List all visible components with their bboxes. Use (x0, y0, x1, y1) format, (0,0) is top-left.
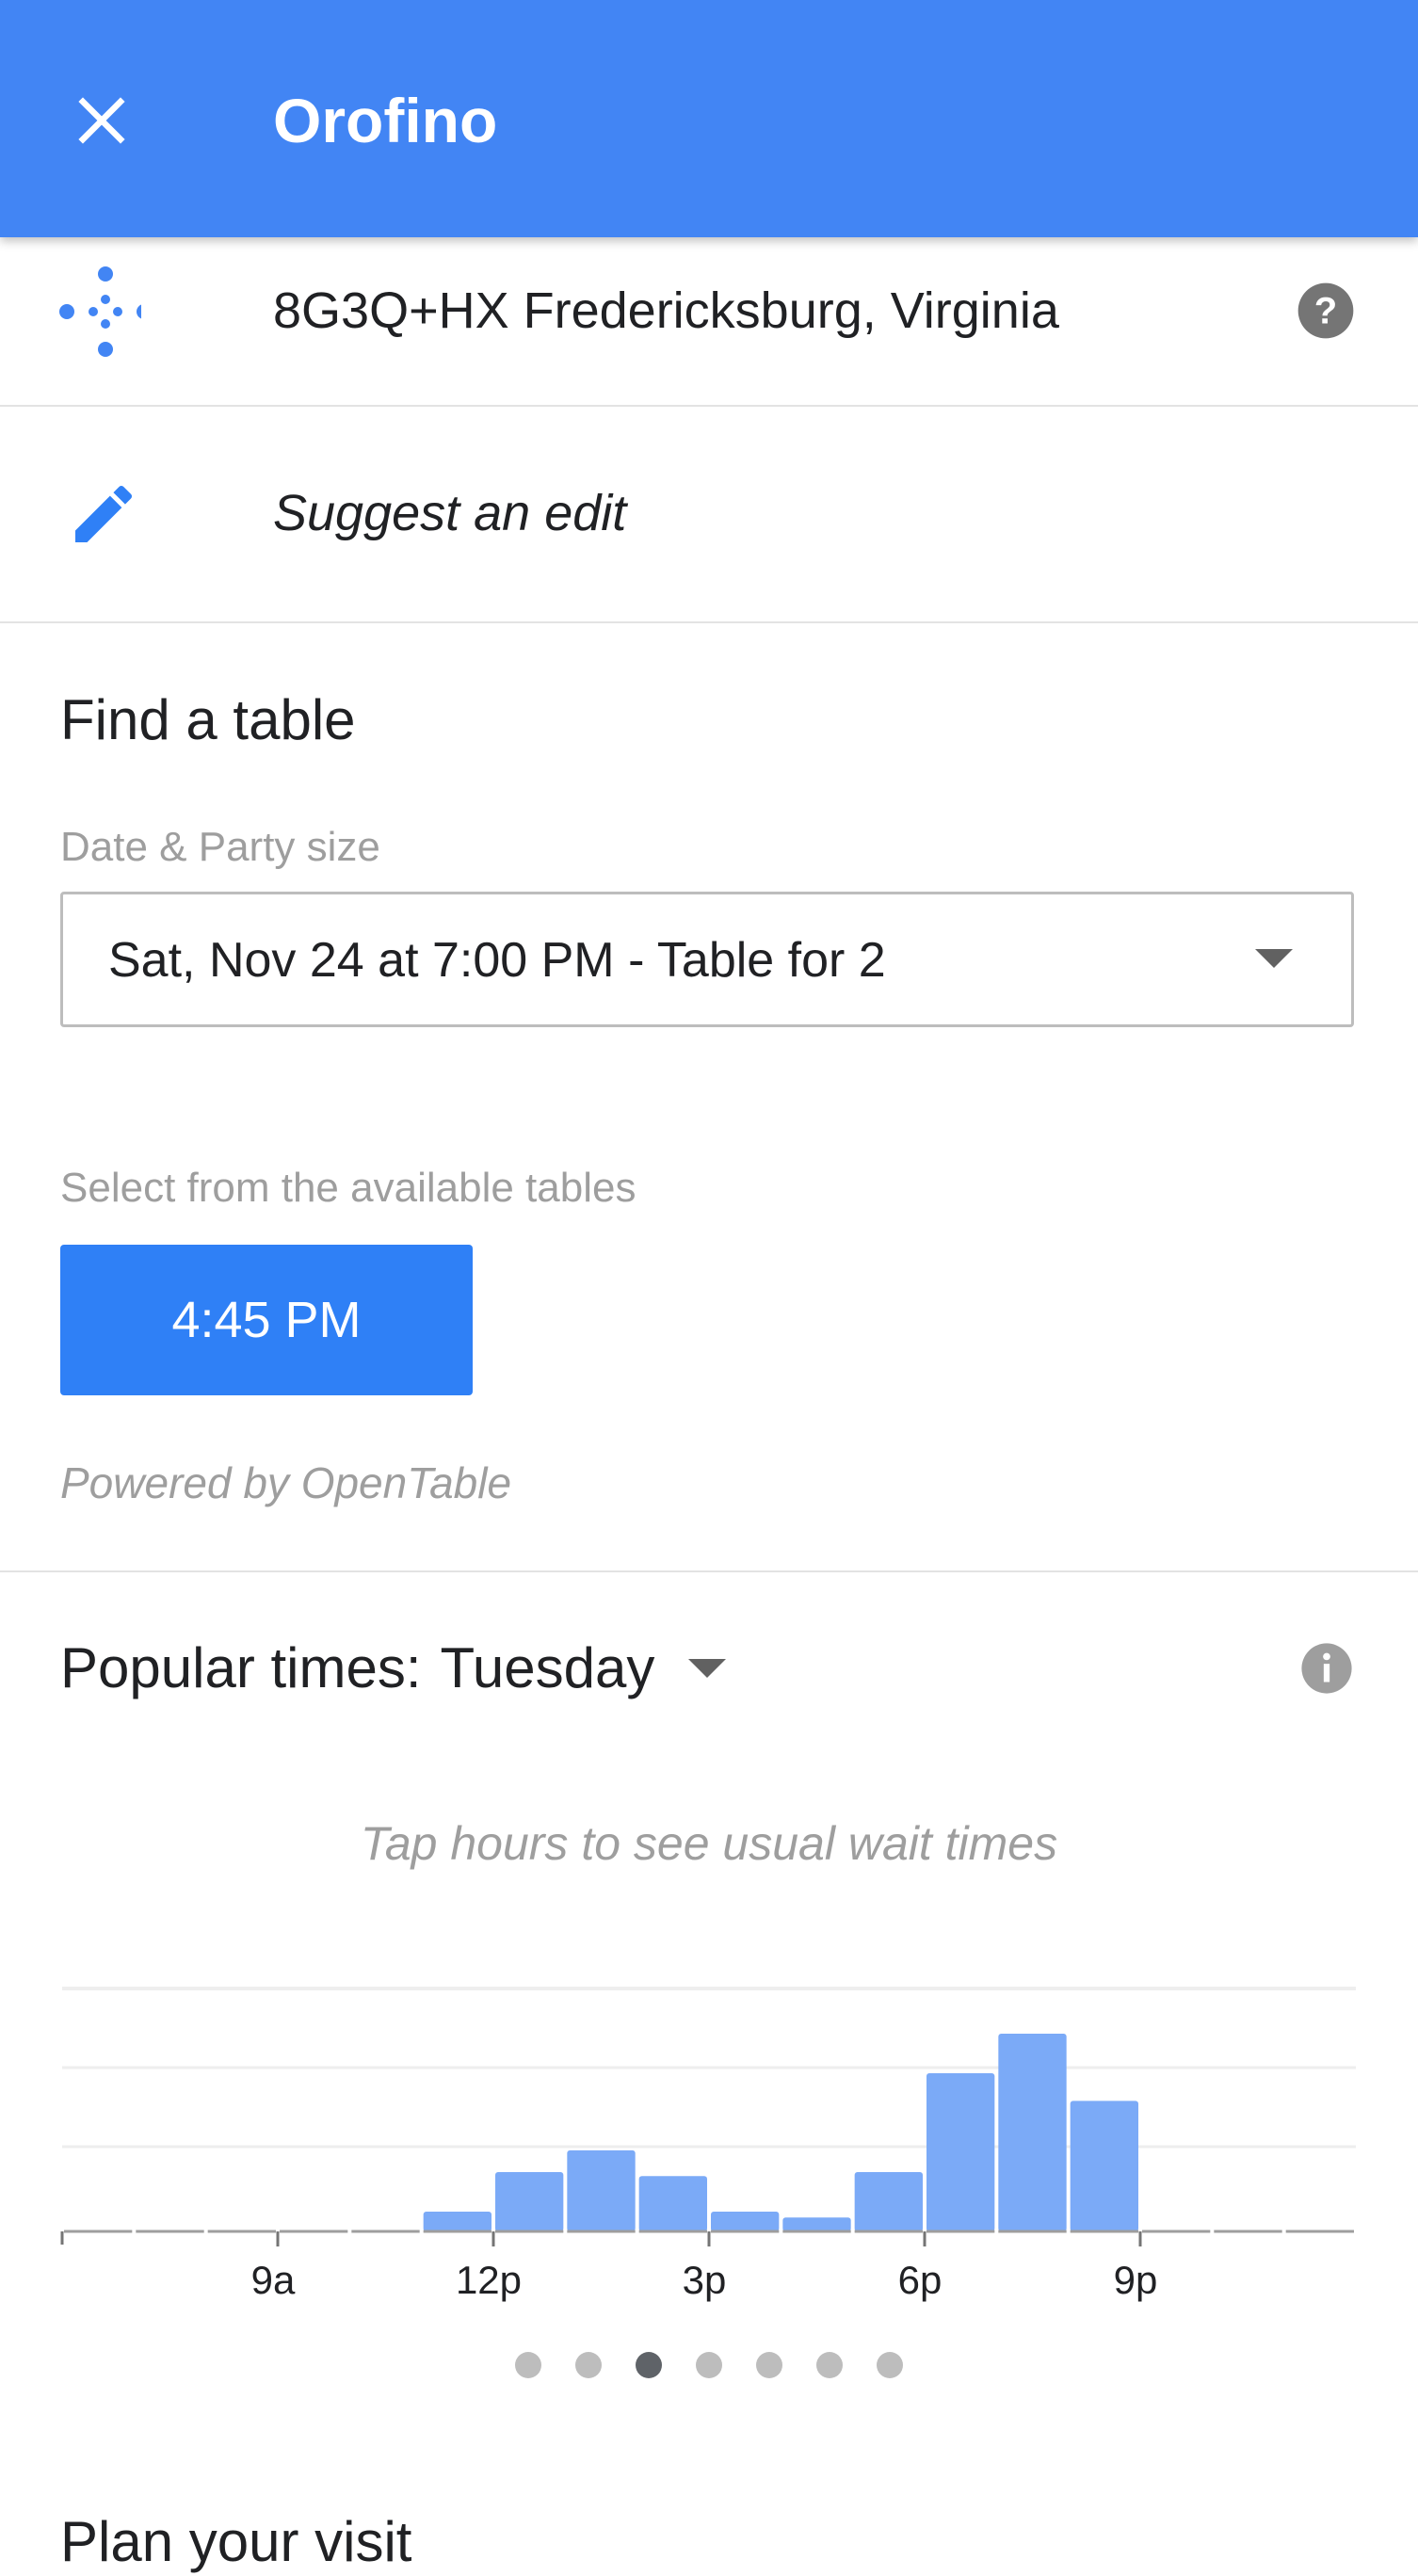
plus-code-icon (59, 266, 141, 357)
pagination-dot[interactable] (756, 2352, 782, 2378)
day-selector[interactable]: Tuesday (441, 1634, 729, 1702)
day-value: Tuesday (440, 1636, 655, 1699)
chart-tick-label: 3p (683, 2258, 727, 2302)
chart-bar-6p[interactable] (927, 2073, 995, 2231)
chevron-down-icon (1255, 949, 1293, 968)
chart-bar-2p[interactable] (638, 2176, 707, 2231)
chart-bar-8p[interactable] (1070, 2101, 1138, 2231)
info-icon[interactable] (1299, 1641, 1354, 1696)
section-divider (0, 1570, 1418, 1572)
date-party-label: Date & Party size (60, 824, 380, 870)
time-slot-button[interactable]: 4:45 PM (60, 1245, 473, 1395)
chart-bar-3p[interactable] (711, 2212, 780, 2231)
pagination-dot[interactable] (575, 2352, 602, 2378)
available-tables-label: Select from the available tables (60, 1165, 636, 1211)
plus-code-text: 8G3Q+HX Fredericksburg, Virginia (273, 282, 1059, 339)
suggest-edit-label: Suggest an edit (273, 485, 627, 541)
chevron-down-icon (688, 1659, 727, 1678)
chart-bar-12p[interactable] (495, 2172, 564, 2231)
chart-tick-label: 6p (898, 2258, 943, 2302)
chart-bar-7p[interactable] (998, 2034, 1067, 2231)
help-icon[interactable]: ? (1296, 281, 1356, 341)
pagination-dot[interactable] (816, 2352, 843, 2378)
chart-tick-label: 9a (251, 2258, 296, 2302)
chart-bar-5p[interactable] (854, 2172, 923, 2231)
pagination-dot[interactable] (636, 2352, 662, 2378)
date-party-value: Sat, Nov 24 at 7:00 PM - Table for 2 (108, 933, 886, 988)
popular-times-header: Popular times: Tuesday (60, 1634, 728, 1702)
app-bar: Orofino (0, 0, 1418, 237)
close-icon (78, 97, 125, 144)
date-party-dropdown[interactable]: Sat, Nov 24 at 7:00 PM - Table for 2 (60, 892, 1354, 1027)
pagination-dot[interactable] (515, 2352, 541, 2378)
chart-pagination (0, 2352, 1418, 2380)
svg-text:?: ? (1314, 290, 1337, 331)
powered-by-text: Powered by OpenTable (60, 1458, 512, 1507)
suggest-edit-row[interactable] (0, 407, 1418, 623)
popular-times-chart[interactable]: 9a 12p 3p 6p 9p (0, 1958, 1418, 2316)
chart-tick-label: 9p (1114, 2258, 1158, 2302)
plan-visit-title: Plan your visit (60, 2510, 412, 2573)
chart-bar-4p[interactable] (782, 2217, 851, 2231)
pagination-dot[interactable] (696, 2352, 722, 2378)
chart-bar-1p[interactable] (567, 2149, 636, 2231)
chart-bar-11a[interactable] (423, 2212, 491, 2231)
wait-times-hint: Tap hours to see usual wait times (360, 1817, 1058, 1870)
pencil-icon (75, 485, 133, 542)
pagination-dot[interactable] (877, 2352, 903, 2378)
chart-tick-label: 12p (456, 2258, 522, 2302)
find-table-title: Find a table (60, 688, 356, 751)
popular-times-label: Popular times: (60, 1636, 422, 1699)
close-button[interactable] (56, 75, 147, 166)
page-title: Orofino (273, 86, 498, 155)
